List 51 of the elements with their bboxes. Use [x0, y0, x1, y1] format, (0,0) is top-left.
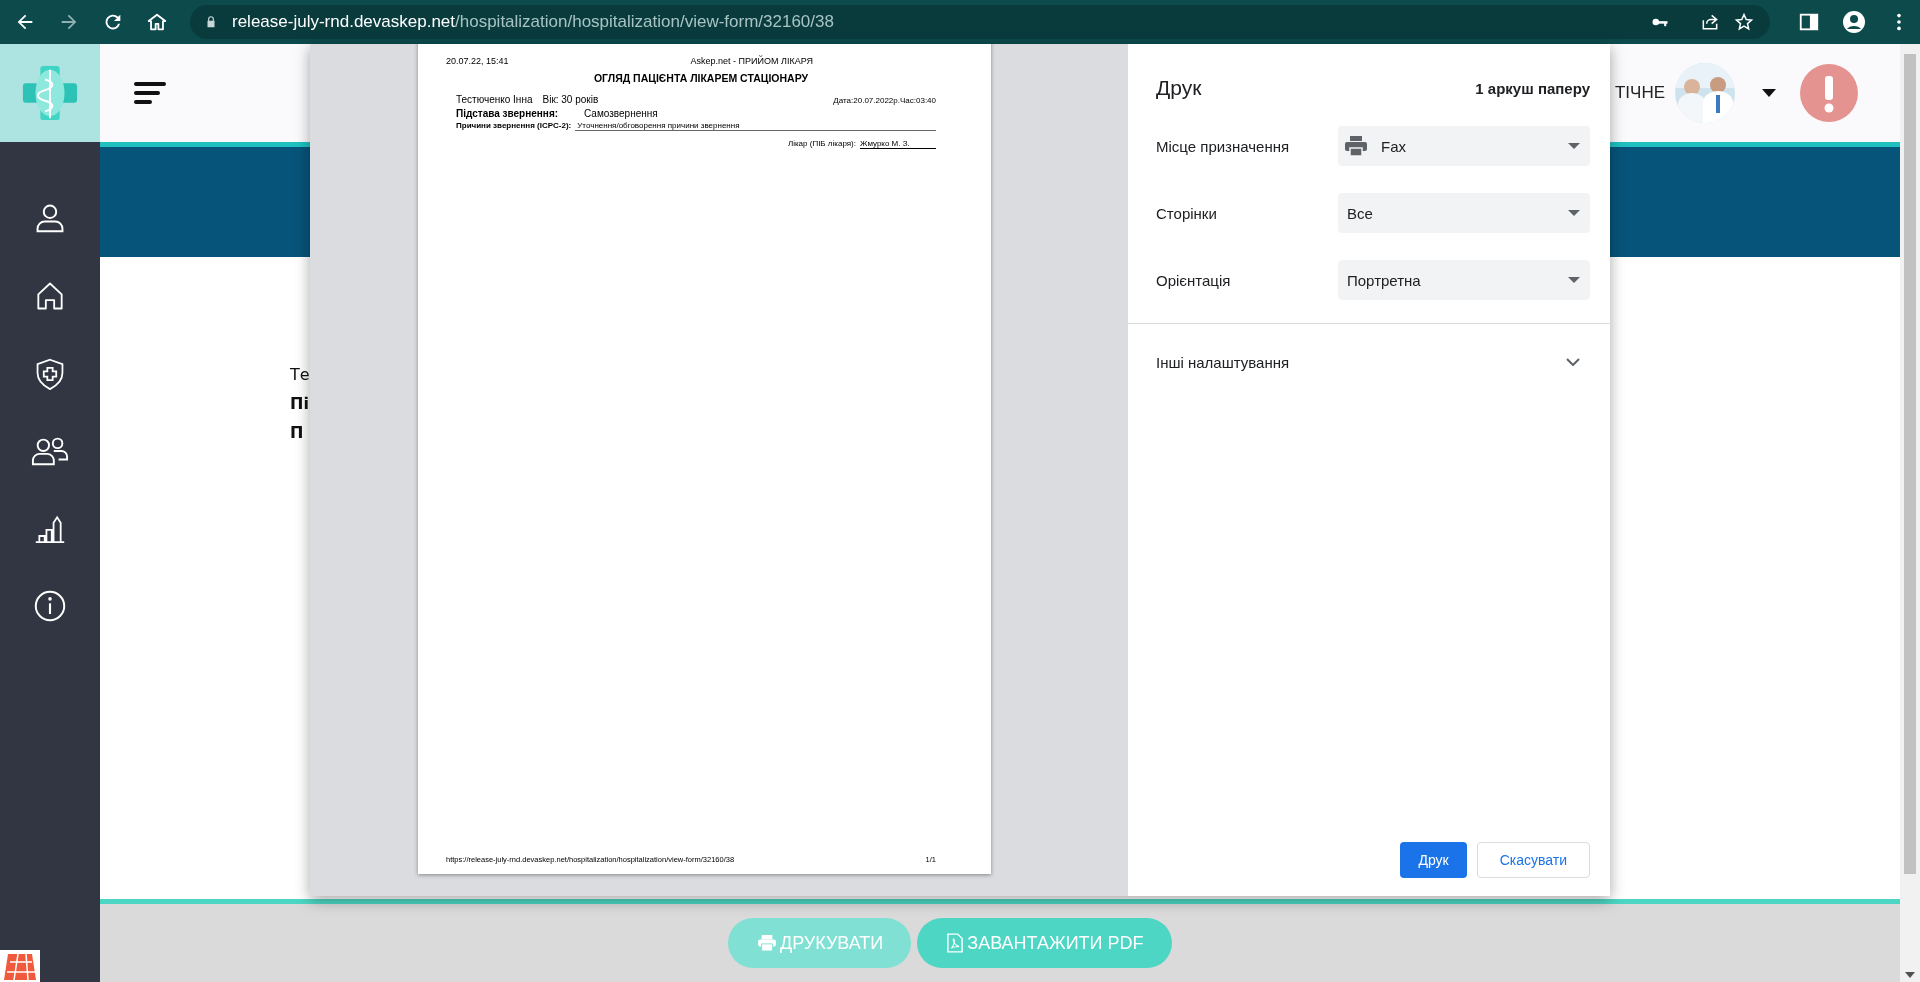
scrollbar-thumb[interactable]: [1904, 54, 1916, 874]
url-text: release-july-rnd.devaskep.net/hospitalization/hospitalization/view-form/32160/38: [232, 12, 834, 32]
star-icon[interactable]: [1734, 12, 1754, 32]
shield-cross-icon[interactable]: [34, 356, 66, 392]
field-label: Підстава звернення:: [456, 108, 560, 119]
dialog-title: Друк: [1156, 76, 1202, 100]
print-button[interactable]: Друк: [1400, 842, 1467, 878]
home-icon[interactable]: [35, 280, 65, 312]
sidebar-toggle-icon[interactable]: [1798, 11, 1820, 33]
field-value: Уточнення/обговорення причини звернення: [575, 121, 936, 131]
header-title: ТІЧНЕ: [1614, 83, 1665, 103]
caret-icon[interactable]: [1762, 89, 1776, 97]
dropdown[interactable]: Портретна: [1338, 260, 1590, 300]
field-value: Самозвернення: [584, 108, 658, 119]
chevron-icon: [1566, 358, 1580, 366]
more-settings-toggle[interactable]: Інші налаштування: [1156, 342, 1590, 382]
setting-label: Сторінки: [1156, 204, 1218, 222]
pdf-file-icon: [947, 933, 964, 953]
app-icon[interactable]: [0, 950, 40, 982]
printer-icon: [1345, 136, 1367, 156]
address-bar[interactable]: release-july-rnd.devaskep.net/hospitalization/hospitalization/view-form/32160/38: [190, 5, 1770, 39]
patient-name: Тестюченко Інна: [456, 94, 533, 105]
patient-age: Вік: 30 років: [542, 94, 599, 105]
cancel-button[interactable]: Скасувати: [1476, 842, 1590, 878]
scroll-down-icon[interactable]: [1905, 972, 1915, 978]
users-icon[interactable]: [31, 436, 69, 466]
form-text: П: [290, 423, 304, 443]
form-text: Пі: [290, 394, 309, 414]
print-timestamp: 20.07.22, 15:41: [446, 56, 509, 66]
field-label: Причини звернення (ICPC-2):: [456, 121, 572, 130]
menu-icon[interactable]: [134, 81, 166, 105]
caret-icon: [1568, 143, 1580, 149]
setting-label: Місце призначення: [1156, 137, 1291, 155]
home-icon[interactable]: [146, 11, 168, 33]
dropdown[interactable]: Fax: [1338, 126, 1590, 166]
profile-icon[interactable]: [1842, 10, 1866, 34]
share-icon[interactable]: [1700, 12, 1720, 32]
sheet-count: 1 аркуш паперу: [1475, 79, 1590, 97]
info-icon[interactable]: [34, 590, 66, 622]
document-title: ОГЛЯД ПАЦІЄНТА ЛІКАРЕМ СТАЦІОНАРУ: [592, 72, 810, 84]
page-header-title: Askep.net - ПРИЙОМ ЛІКАРЯ: [690, 56, 813, 66]
form-text: Те: [290, 365, 310, 385]
setting-label: Орієнтація: [1156, 271, 1232, 289]
field-label: Лікар (ПІБ лікаря):: [787, 139, 856, 148]
field-value: Жмурко М. З.: [860, 139, 936, 149]
visit-date: Дата:20.07.2022р.Час:03:40: [833, 96, 936, 105]
caret-icon: [1568, 277, 1580, 283]
caret-icon: [1568, 210, 1580, 216]
printer-icon: [758, 935, 776, 951]
dropdown[interactable]: Все: [1338, 193, 1590, 233]
scrollbar[interactable]: [1900, 44, 1920, 982]
